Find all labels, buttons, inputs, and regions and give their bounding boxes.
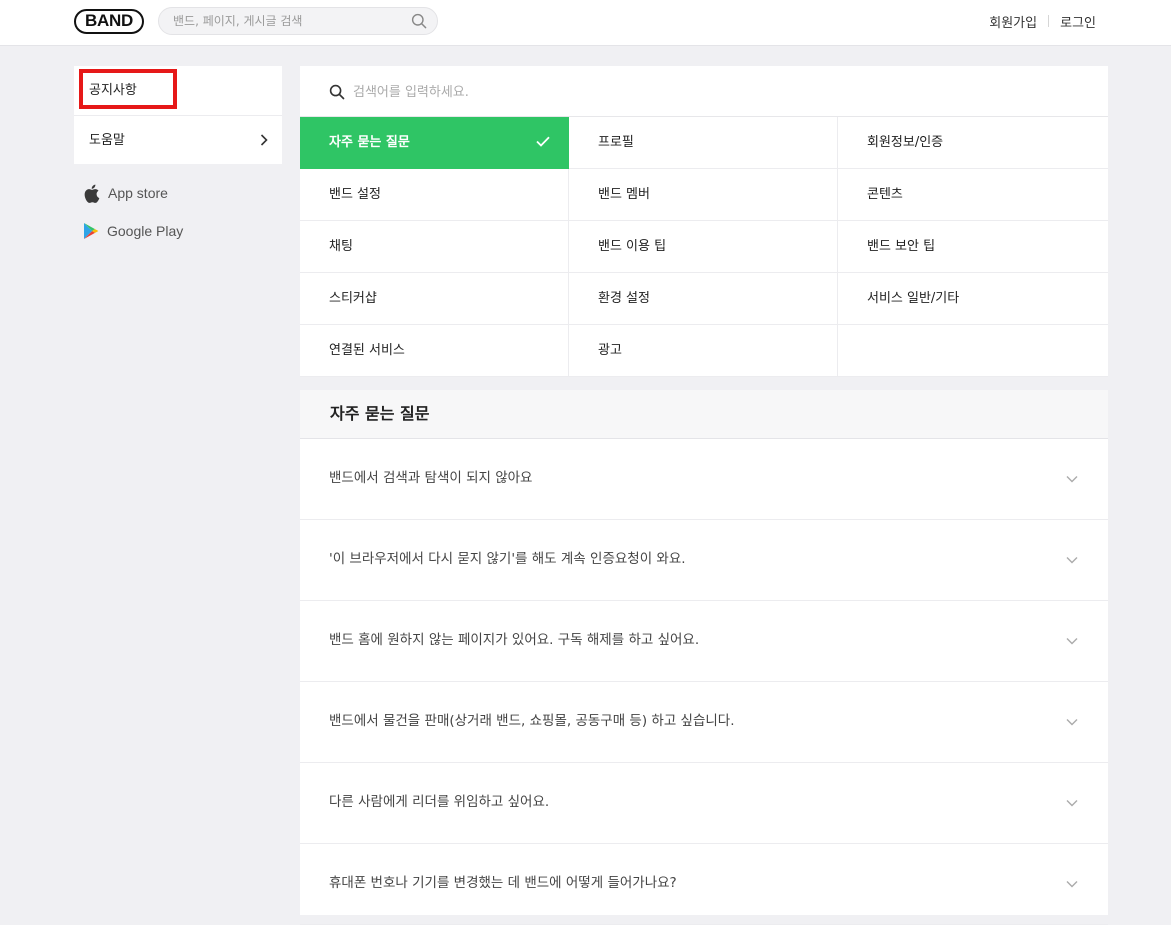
app-store-label: App store — [108, 185, 168, 201]
category-item[interactable]: 연결된 서비스 — [300, 325, 569, 377]
category-label: 콘텐츠 — [867, 187, 903, 202]
sidebar-item-notice[interactable]: 공지사항 — [74, 66, 282, 115]
faq-question: 밴드에서 검색과 탐색이 되지 않아요 — [329, 470, 533, 486]
sidebar-item-label: 도움말 — [89, 133, 125, 148]
chevron-down-icon — [1066, 638, 1078, 645]
faq-item[interactable]: 밴드에서 검색과 탐색이 되지 않아요 — [300, 439, 1108, 520]
faq-title: 자주 묻는 질문 — [300, 390, 1108, 439]
category-label: 환경 설정 — [598, 291, 650, 306]
chevron-down-icon — [1066, 719, 1078, 726]
chevron-down-icon — [1066, 881, 1078, 888]
faq-question: 다른 사람에게 리더를 위임하고 싶어요. — [329, 794, 550, 810]
search-icon — [329, 84, 345, 100]
category-item[interactable]: 환경 설정 — [569, 273, 838, 325]
category-item[interactable]: 밴드 보안 팁 — [838, 221, 1108, 273]
category-item[interactable]: 밴드 설정 — [300, 169, 569, 221]
category-label: 프로필 — [598, 135, 634, 150]
category-label: 회원정보/인증 — [867, 135, 944, 150]
faq-item[interactable]: 다른 사람에게 리더를 위임하고 싶어요. — [300, 763, 1108, 844]
category-item[interactable]: 밴드 이용 팁 — [569, 221, 838, 273]
chevron-down-icon — [1066, 476, 1078, 483]
divider — [1048, 15, 1050, 27]
category-item[interactable]: 스티커샵 — [300, 273, 569, 325]
category-label: 광고 — [598, 343, 622, 358]
chevron-down-icon — [1066, 800, 1078, 807]
faq-question: 밴드 홈에 원하지 않는 페이지가 있어요. 구독 해제를 하고 싶어요. — [329, 632, 700, 648]
top-header: BAND 회원가입 로그인 — [0, 0, 1171, 46]
global-search-box[interactable] — [158, 7, 438, 35]
band-logo[interactable]: BAND — [74, 9, 144, 34]
global-search-input[interactable] — [173, 12, 403, 30]
faq-question: 휴대폰 번호나 기기를 변경했는 데 밴드에 어떻게 들어가나요? — [329, 875, 677, 891]
faq-panel: 자주 묻는 질문 밴드에서 검색과 탐색이 되지 않아요 '이 브라우저에서 다시… — [300, 390, 1108, 925]
category-label: 서비스 일반/기타 — [867, 291, 960, 306]
google-play-icon — [84, 223, 99, 239]
category-label: 채팅 — [329, 239, 353, 254]
category-item[interactable]: 자주 묻는 질문 — [300, 117, 569, 169]
help-search-input[interactable] — [353, 81, 853, 103]
sidebar-menu: 공지사항 도움말 — [74, 66, 282, 164]
category-label: 밴드 설정 — [329, 187, 381, 202]
apple-icon — [84, 184, 100, 203]
category-item[interactable]: 밴드 멤버 — [569, 169, 838, 221]
sidebar-item-help[interactable]: 도움말 — [74, 115, 282, 164]
faq-item[interactable]: 휴대폰 번호나 기기를 변경했는 데 밴드에 어떻게 들어가나요? — [300, 844, 1108, 925]
chevron-down-icon — [1066, 557, 1078, 564]
category-panel: 자주 묻는 질문 프로필 회원정보/인증밴드 설정 밴드 멤버 콘텐츠채팅 밴드 이용 팁… — [300, 66, 1108, 377]
faq-item[interactable]: 밴드 홈에 원하지 않는 페이지가 있어요. 구독 해제를 하고 싶어요. — [300, 601, 1108, 682]
faq-item[interactable]: '이 브라우저에서 다시 묻지 않기'를 해도 계속 인증요청이 와요. — [300, 520, 1108, 601]
category-item[interactable]: 회원정보/인증 — [838, 117, 1108, 169]
sidebar-item-label: 공지사항 — [89, 83, 137, 98]
category-item[interactable]: 프로필 — [569, 117, 838, 169]
search-icon[interactable] — [411, 13, 427, 29]
chevron-right-icon — [260, 134, 268, 146]
category-item[interactable]: 채팅 — [300, 221, 569, 273]
faq-question: '이 브라우저에서 다시 묻지 않기'를 해도 계속 인증요청이 와요. — [329, 551, 686, 567]
faq-list: 밴드에서 검색과 탐색이 되지 않아요 '이 브라우저에서 다시 묻지 않기'를 … — [300, 439, 1108, 925]
login-link[interactable]: 로그인 — [1060, 12, 1096, 31]
signup-link[interactable]: 회원가입 — [989, 12, 1037, 31]
check-icon — [536, 136, 550, 147]
google-play-link[interactable]: Google Play — [83, 221, 183, 241]
category-grid: 자주 묻는 질문 프로필 회원정보/인증밴드 설정 밴드 멤버 콘텐츠채팅 밴드 이용 팁… — [300, 117, 1108, 377]
faq-question: 밴드에서 물건을 판매(상거래 밴드, 쇼핑몰, 공동구매 등) 하고 싶습니다… — [329, 713, 735, 729]
category-item[interactable]: 광고 — [569, 325, 838, 377]
category-label: 밴드 이용 팁 — [598, 239, 667, 254]
category-label: 밴드 멤버 — [598, 187, 650, 202]
category-item[interactable]: 콘텐츠 — [838, 169, 1108, 221]
category-label: 스티커샵 — [329, 291, 377, 306]
category-item[interactable]: 서비스 일반/기타 — [838, 273, 1108, 325]
category-empty-cell — [838, 325, 1108, 377]
faq-item[interactable]: 밴드에서 물건을 판매(상거래 밴드, 쇼핑몰, 공동구매 등) 하고 싶습니다… — [300, 682, 1108, 763]
app-store-link[interactable]: App store — [83, 183, 168, 203]
header-links: 회원가입 로그인 — [989, 12, 1096, 31]
category-label: 밴드 보안 팁 — [867, 239, 936, 254]
category-label: 자주 묻는 질문 — [329, 135, 410, 150]
help-search-box[interactable] — [300, 66, 1108, 117]
google-play-label: Google Play — [107, 223, 184, 239]
category-label: 연결된 서비스 — [329, 343, 405, 358]
